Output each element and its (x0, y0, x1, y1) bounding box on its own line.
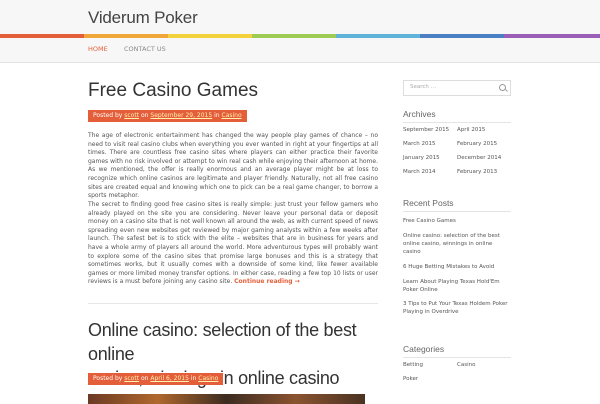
meta-on: on (140, 112, 149, 119)
post-meta: Posted by scott on September 29, 2015 in… (88, 110, 247, 122)
post-paragraph: The secret to finding good free casino s… (88, 201, 378, 287)
continue-reading-link[interactable]: Continue reading → (234, 278, 300, 285)
meta-in: in (190, 375, 197, 382)
meta-posted-by: Posted by (93, 375, 123, 382)
recent-posts-title: Recent Posts (403, 198, 454, 208)
post-featured-image[interactable] (88, 394, 365, 404)
post-meta: Posted by scott on April 6, 2015 in Casi… (88, 373, 224, 385)
meta-date-link[interactable]: April 6, 2015 (150, 375, 189, 382)
archive-link[interactable]: February 2013 (457, 169, 497, 175)
widget-divider (403, 122, 511, 123)
recent-post-link[interactable]: 3 Tips to Put Your Texas Holdem Poker Pl… (403, 300, 511, 316)
search-icon[interactable] (499, 84, 506, 91)
post-title[interactable]: Free Casino Games (88, 80, 258, 102)
archive-link[interactable]: January 2015 (403, 155, 440, 161)
post-title-line: Online casino: selection of the best onl… (88, 320, 357, 364)
recent-post-link[interactable]: 6 Huge Betting Mistakes to Avoid (403, 264, 494, 270)
widget-divider (403, 357, 511, 358)
meta-author-link[interactable]: scott (124, 375, 139, 382)
site-header: Viderum Poker (0, 0, 600, 34)
meta-date-link[interactable]: September 29, 2015 (150, 112, 212, 119)
meta-in: in (214, 112, 220, 119)
recent-post-link[interactable]: Online casino: selection of the best onl… (403, 232, 511, 256)
recent-post-link[interactable]: Learn About Playing Texas Hold'Em Poker … (403, 278, 511, 294)
archive-link[interactable]: March 2014 (403, 169, 436, 175)
category-link[interactable]: Betting (403, 362, 423, 368)
meta-category-link[interactable]: Casino (222, 112, 242, 119)
archives-title: Archives (403, 109, 436, 119)
search-placeholder: Search … (410, 84, 437, 90)
nav-home[interactable]: HOME (88, 45, 108, 53)
site-title[interactable]: Viderum Poker (88, 8, 198, 28)
meta-category-link[interactable]: Casino (198, 375, 218, 382)
search-input[interactable]: Search … (403, 80, 511, 96)
post-divider (88, 303, 378, 304)
archive-link[interactable]: February 2015 (457, 141, 497, 147)
archive-link[interactable]: April 2015 (457, 127, 485, 133)
category-link[interactable]: Poker (403, 376, 418, 382)
category-link[interactable]: Casino (457, 362, 475, 368)
post-paragraph-text: The secret to finding good free casino s… (88, 201, 378, 286)
recent-post-link[interactable]: Free Casino Games (403, 218, 456, 224)
post-paragraph: The age of electronic entertainment has … (88, 132, 378, 200)
meta-posted-by: Posted by (93, 112, 123, 119)
meta-on: on (140, 375, 149, 382)
main-nav: HOME CONTACT US (0, 38, 600, 63)
widget-divider (403, 211, 511, 212)
archive-link[interactable]: September 2015 (403, 127, 449, 133)
categories-title: Categories (403, 344, 445, 354)
archive-link[interactable]: March 2015 (403, 141, 436, 147)
meta-author-link[interactable]: scott (124, 112, 139, 119)
nav-contact-us[interactable]: CONTACT US (124, 45, 166, 53)
archive-link[interactable]: December 2014 (457, 155, 501, 161)
